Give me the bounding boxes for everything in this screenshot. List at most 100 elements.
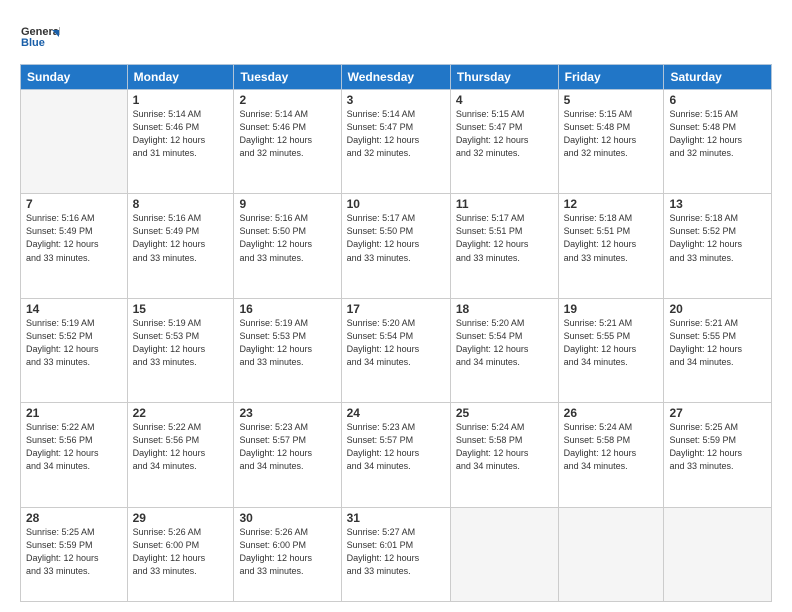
logo-icon: General Blue — [20, 18, 60, 54]
day-number: 31 — [347, 511, 445, 525]
day-info: Sunrise: 5:21 AM Sunset: 5:55 PM Dayligh… — [564, 317, 659, 369]
weekday-header-saturday: Saturday — [664, 65, 772, 90]
day-info: Sunrise: 5:18 AM Sunset: 5:51 PM Dayligh… — [564, 212, 659, 264]
weekday-header-tuesday: Tuesday — [234, 65, 341, 90]
calendar-cell: 23Sunrise: 5:23 AM Sunset: 5:57 PM Dayli… — [234, 403, 341, 507]
calendar-cell: 12Sunrise: 5:18 AM Sunset: 5:51 PM Dayli… — [558, 194, 664, 298]
calendar-cell: 17Sunrise: 5:20 AM Sunset: 5:54 PM Dayli… — [341, 298, 450, 402]
calendar-cell: 31Sunrise: 5:27 AM Sunset: 6:01 PM Dayli… — [341, 507, 450, 602]
day-number: 25 — [456, 406, 553, 420]
calendar-cell: 28Sunrise: 5:25 AM Sunset: 5:59 PM Dayli… — [21, 507, 128, 602]
day-number: 27 — [669, 406, 766, 420]
logo: General Blue — [20, 18, 60, 54]
calendar-cell: 22Sunrise: 5:22 AM Sunset: 5:56 PM Dayli… — [127, 403, 234, 507]
day-number: 24 — [347, 406, 445, 420]
day-info: Sunrise: 5:19 AM Sunset: 5:53 PM Dayligh… — [133, 317, 229, 369]
calendar-cell: 20Sunrise: 5:21 AM Sunset: 5:55 PM Dayli… — [664, 298, 772, 402]
day-number: 9 — [239, 197, 335, 211]
day-info: Sunrise: 5:15 AM Sunset: 5:47 PM Dayligh… — [456, 108, 553, 160]
day-number: 10 — [347, 197, 445, 211]
calendar-week-row: 21Sunrise: 5:22 AM Sunset: 5:56 PM Dayli… — [21, 403, 772, 507]
calendar-cell: 16Sunrise: 5:19 AM Sunset: 5:53 PM Dayli… — [234, 298, 341, 402]
day-number: 23 — [239, 406, 335, 420]
day-number: 7 — [26, 197, 122, 211]
day-info: Sunrise: 5:17 AM Sunset: 5:51 PM Dayligh… — [456, 212, 553, 264]
day-info: Sunrise: 5:20 AM Sunset: 5:54 PM Dayligh… — [456, 317, 553, 369]
weekday-header-thursday: Thursday — [450, 65, 558, 90]
calendar-cell: 6Sunrise: 5:15 AM Sunset: 5:48 PM Daylig… — [664, 90, 772, 194]
day-number: 8 — [133, 197, 229, 211]
calendar-cell — [664, 507, 772, 602]
day-number: 19 — [564, 302, 659, 316]
calendar-cell — [558, 507, 664, 602]
day-number: 28 — [26, 511, 122, 525]
calendar-week-row: 1Sunrise: 5:14 AM Sunset: 5:46 PM Daylig… — [21, 90, 772, 194]
day-info: Sunrise: 5:15 AM Sunset: 5:48 PM Dayligh… — [669, 108, 766, 160]
day-info: Sunrise: 5:24 AM Sunset: 5:58 PM Dayligh… — [456, 421, 553, 473]
day-info: Sunrise: 5:14 AM Sunset: 5:47 PM Dayligh… — [347, 108, 445, 160]
svg-text:Blue: Blue — [21, 37, 45, 49]
day-info: Sunrise: 5:17 AM Sunset: 5:50 PM Dayligh… — [347, 212, 445, 264]
calendar-cell: 27Sunrise: 5:25 AM Sunset: 5:59 PM Dayli… — [664, 403, 772, 507]
calendar-cell: 15Sunrise: 5:19 AM Sunset: 5:53 PM Dayli… — [127, 298, 234, 402]
calendar-cell — [450, 507, 558, 602]
calendar-week-row: 7Sunrise: 5:16 AM Sunset: 5:49 PM Daylig… — [21, 194, 772, 298]
day-number: 29 — [133, 511, 229, 525]
day-number: 16 — [239, 302, 335, 316]
day-info: Sunrise: 5:23 AM Sunset: 5:57 PM Dayligh… — [239, 421, 335, 473]
day-number: 6 — [669, 93, 766, 107]
day-number: 2 — [239, 93, 335, 107]
day-info: Sunrise: 5:19 AM Sunset: 5:52 PM Dayligh… — [26, 317, 122, 369]
calendar-cell: 25Sunrise: 5:24 AM Sunset: 5:58 PM Dayli… — [450, 403, 558, 507]
day-number: 22 — [133, 406, 229, 420]
day-number: 14 — [26, 302, 122, 316]
calendar-table: SundayMondayTuesdayWednesdayThursdayFrid… — [20, 64, 772, 602]
day-info: Sunrise: 5:14 AM Sunset: 5:46 PM Dayligh… — [133, 108, 229, 160]
day-number: 3 — [347, 93, 445, 107]
day-info: Sunrise: 5:27 AM Sunset: 6:01 PM Dayligh… — [347, 526, 445, 578]
calendar-cell: 7Sunrise: 5:16 AM Sunset: 5:49 PM Daylig… — [21, 194, 128, 298]
day-info: Sunrise: 5:14 AM Sunset: 5:46 PM Dayligh… — [239, 108, 335, 160]
day-number: 13 — [669, 197, 766, 211]
day-info: Sunrise: 5:21 AM Sunset: 5:55 PM Dayligh… — [669, 317, 766, 369]
calendar-header-row: SundayMondayTuesdayWednesdayThursdayFrid… — [21, 65, 772, 90]
calendar-cell: 24Sunrise: 5:23 AM Sunset: 5:57 PM Dayli… — [341, 403, 450, 507]
calendar-cell: 1Sunrise: 5:14 AM Sunset: 5:46 PM Daylig… — [127, 90, 234, 194]
calendar-week-row: 28Sunrise: 5:25 AM Sunset: 5:59 PM Dayli… — [21, 507, 772, 602]
day-info: Sunrise: 5:22 AM Sunset: 5:56 PM Dayligh… — [26, 421, 122, 473]
day-number: 11 — [456, 197, 553, 211]
calendar-cell: 26Sunrise: 5:24 AM Sunset: 5:58 PM Dayli… — [558, 403, 664, 507]
weekday-header-monday: Monday — [127, 65, 234, 90]
day-info: Sunrise: 5:19 AM Sunset: 5:53 PM Dayligh… — [239, 317, 335, 369]
calendar-cell: 4Sunrise: 5:15 AM Sunset: 5:47 PM Daylig… — [450, 90, 558, 194]
day-number: 20 — [669, 302, 766, 316]
calendar-cell: 11Sunrise: 5:17 AM Sunset: 5:51 PM Dayli… — [450, 194, 558, 298]
day-info: Sunrise: 5:18 AM Sunset: 5:52 PM Dayligh… — [669, 212, 766, 264]
weekday-header-sunday: Sunday — [21, 65, 128, 90]
day-number: 21 — [26, 406, 122, 420]
day-number: 30 — [239, 511, 335, 525]
calendar-cell: 5Sunrise: 5:15 AM Sunset: 5:48 PM Daylig… — [558, 90, 664, 194]
day-number: 15 — [133, 302, 229, 316]
calendar-cell: 18Sunrise: 5:20 AM Sunset: 5:54 PM Dayli… — [450, 298, 558, 402]
day-number: 26 — [564, 406, 659, 420]
day-info: Sunrise: 5:25 AM Sunset: 5:59 PM Dayligh… — [669, 421, 766, 473]
calendar-cell: 2Sunrise: 5:14 AM Sunset: 5:46 PM Daylig… — [234, 90, 341, 194]
day-number: 4 — [456, 93, 553, 107]
day-number: 17 — [347, 302, 445, 316]
day-info: Sunrise: 5:23 AM Sunset: 5:57 PM Dayligh… — [347, 421, 445, 473]
weekday-header-wednesday: Wednesday — [341, 65, 450, 90]
day-number: 12 — [564, 197, 659, 211]
calendar-cell: 19Sunrise: 5:21 AM Sunset: 5:55 PM Dayli… — [558, 298, 664, 402]
header: General Blue — [20, 18, 772, 54]
day-info: Sunrise: 5:25 AM Sunset: 5:59 PM Dayligh… — [26, 526, 122, 578]
calendar-cell: 3Sunrise: 5:14 AM Sunset: 5:47 PM Daylig… — [341, 90, 450, 194]
page: General Blue SundayMondayTuesdayWednesda… — [0, 0, 792, 612]
day-number: 5 — [564, 93, 659, 107]
day-number: 1 — [133, 93, 229, 107]
day-info: Sunrise: 5:22 AM Sunset: 5:56 PM Dayligh… — [133, 421, 229, 473]
day-info: Sunrise: 5:20 AM Sunset: 5:54 PM Dayligh… — [347, 317, 445, 369]
calendar-cell: 29Sunrise: 5:26 AM Sunset: 6:00 PM Dayli… — [127, 507, 234, 602]
calendar-cell: 14Sunrise: 5:19 AM Sunset: 5:52 PM Dayli… — [21, 298, 128, 402]
day-info: Sunrise: 5:26 AM Sunset: 6:00 PM Dayligh… — [239, 526, 335, 578]
